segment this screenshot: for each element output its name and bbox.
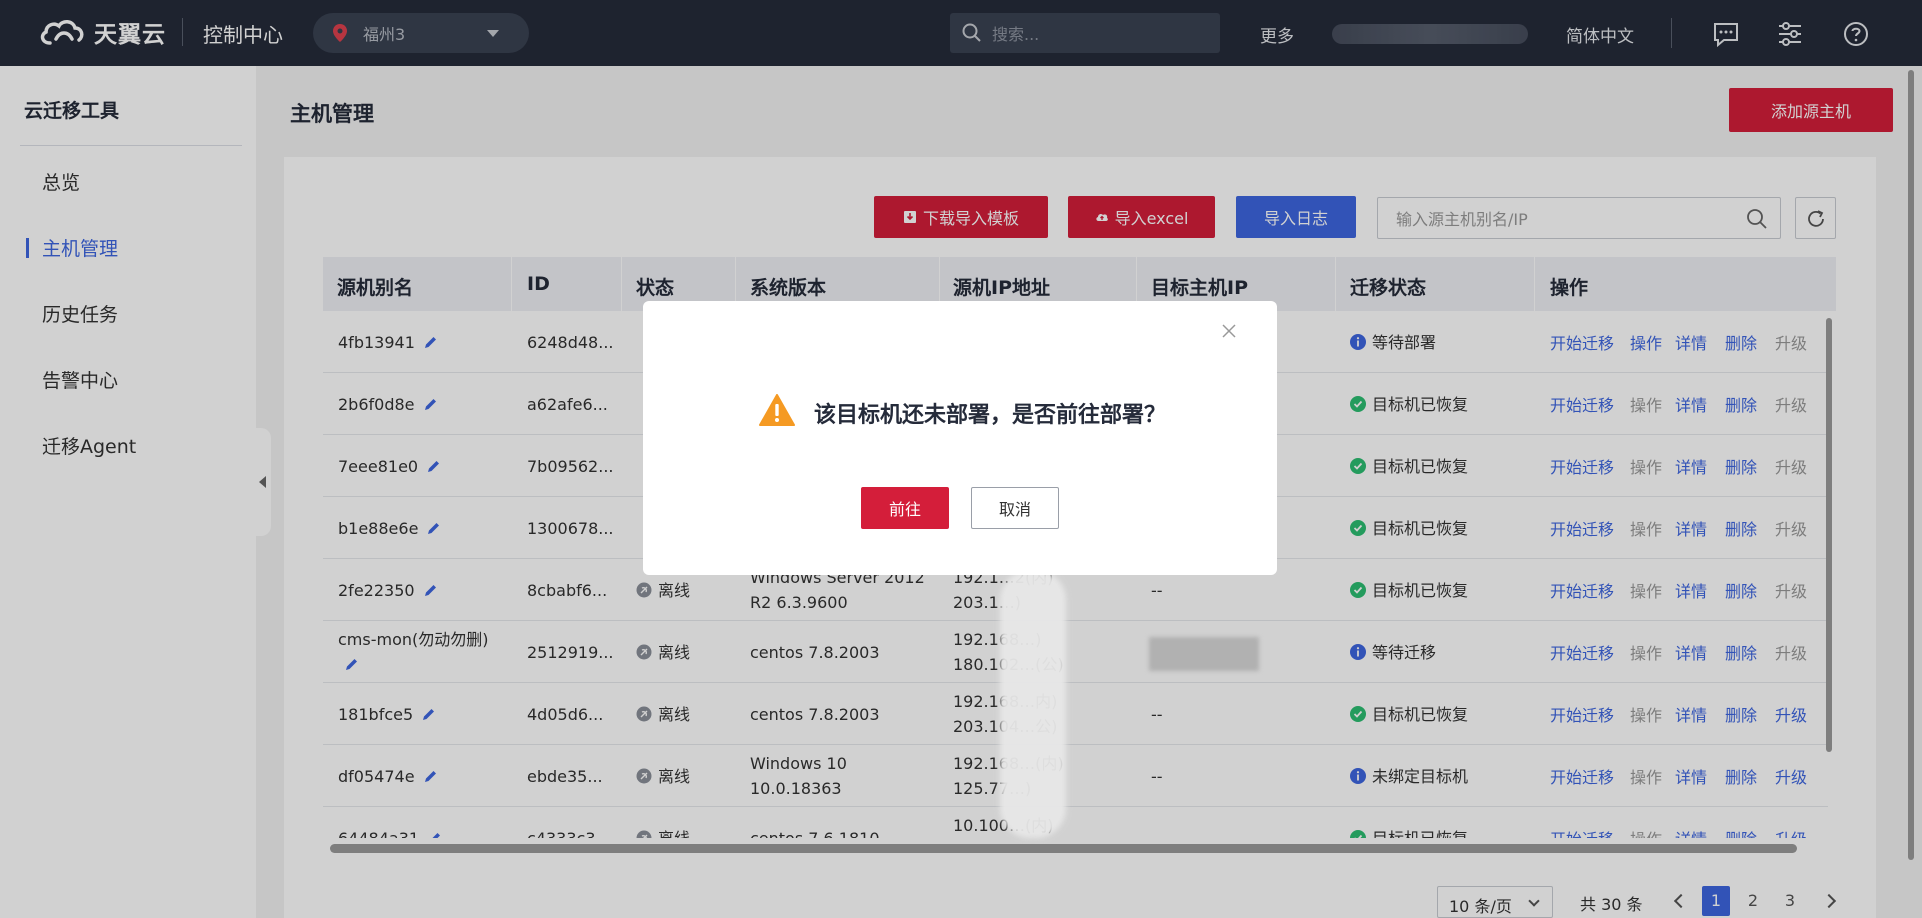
dialog-message: 该目标机还未部署，是否前往部署？ xyxy=(814,403,1167,428)
redacted-ip-blur xyxy=(1000,570,1066,838)
cancel-button[interactable]: 取消 xyxy=(971,487,1059,529)
close-icon[interactable] xyxy=(1221,323,1237,339)
warning-icon xyxy=(759,394,795,426)
deploy-confirm-dialog: 该目标机还未部署，是否前往部署？ 前往 取消 xyxy=(643,301,1277,575)
confirm-deploy-button[interactable]: 前往 xyxy=(861,487,949,529)
